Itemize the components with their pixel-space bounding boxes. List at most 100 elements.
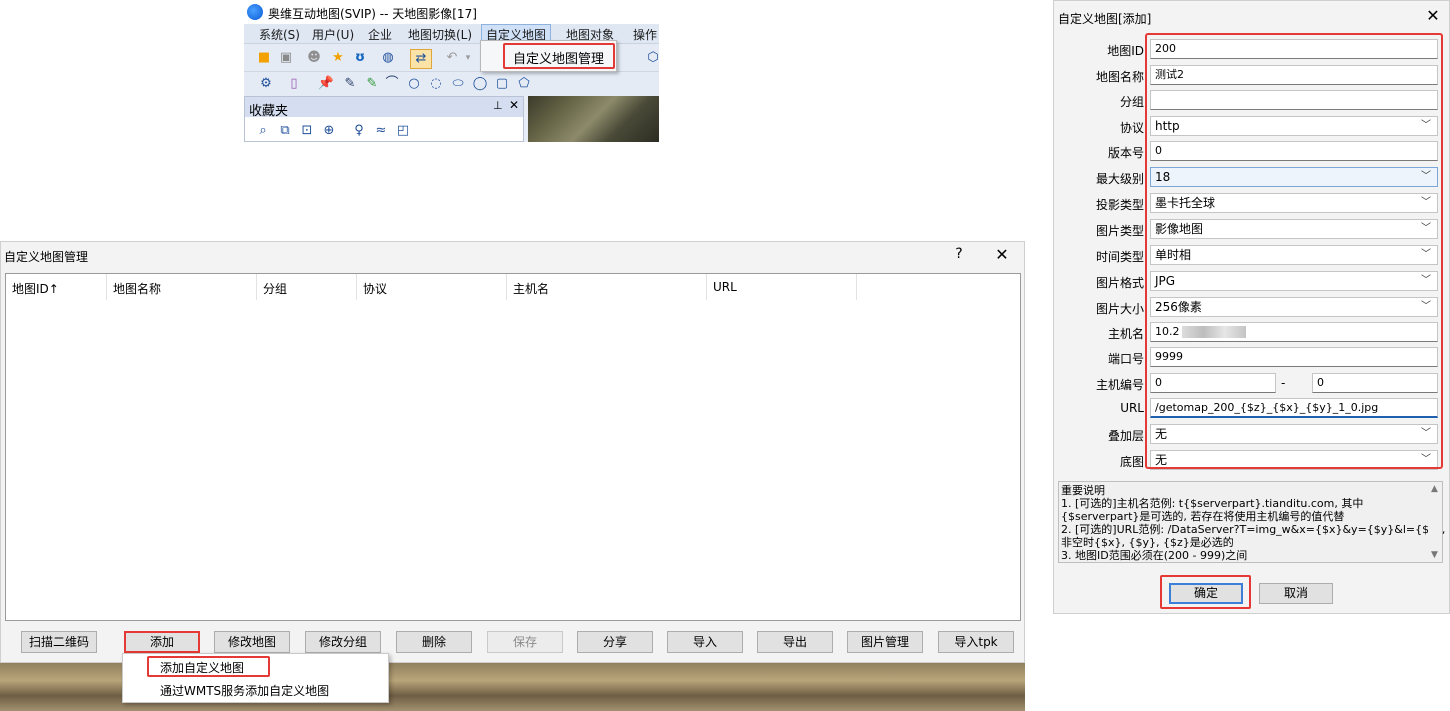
pin-green-icon[interactable]: ✎ — [364, 76, 380, 92]
circle-icon[interactable]: ○ — [406, 76, 422, 92]
scan-qr-button[interactable]: 扫描二维码 — [21, 631, 97, 653]
menu-user[interactable]: 用户(U) — [312, 26, 354, 43]
export-button[interactable]: 导出 — [757, 631, 833, 653]
host-no-to-input[interactable]: 0 — [1312, 373, 1438, 393]
menu-enterprise[interactable]: 企业 — [368, 26, 392, 43]
filled-circle-icon[interactable]: ◯ — [472, 76, 488, 92]
group-input[interactable] — [1150, 90, 1438, 110]
delete-button[interactable]: 删除 — [396, 631, 472, 653]
edit-group-button[interactable]: 修改分组 — [305, 631, 381, 653]
menu-item-add-wmts-map[interactable]: 通过WMTS服务添加自定义地图 — [160, 682, 329, 699]
time-type-select[interactable]: 单时相 ﹀ — [1150, 245, 1438, 265]
base-select[interactable]: 无 ﹀ — [1150, 450, 1438, 470]
save-button[interactable]: 保存 — [487, 631, 563, 653]
import-tpk-button[interactable]: 导入tpk — [938, 631, 1014, 653]
host-input[interactable]: 10.2 — [1150, 322, 1438, 342]
label-host-no: 主机编号 — [1095, 378, 1144, 392]
map-view[interactable] — [528, 96, 659, 142]
menu-item-custom-map-manage[interactable]: 自定义地图管理 — [513, 48, 604, 67]
shapes-icon[interactable]: ◰ — [395, 123, 411, 139]
pin-yellow-icon[interactable]: 📌 — [318, 76, 334, 92]
scroll-down-icon[interactable]: ▼ — [1431, 550, 1438, 560]
notes-line: 2. [可选的]URL范例: /DataServer?T=img_w&x={$x… — [1061, 523, 1446, 536]
protocol-value: http — [1155, 119, 1180, 133]
hexagon-icon[interactable]: ⬡ — [645, 50, 659, 66]
app-window: 奥维互动地图(SVIP) -- 天地图影像[17] 系统(S) 用户(U) 企业… — [244, 0, 659, 142]
add-button[interactable]: 添加 — [124, 631, 200, 653]
cancel-button[interactable]: 取消 — [1259, 583, 1333, 604]
image-type-select[interactable]: 影像地图 ﹀ — [1150, 219, 1438, 239]
scroll-up-icon[interactable]: ▲ — [1431, 484, 1438, 494]
overlay-select[interactable]: 无 ﹀ — [1150, 424, 1438, 444]
map-name-input[interactable]: 测试2 — [1150, 65, 1438, 85]
image-manage-button[interactable]: 图片管理 — [847, 631, 923, 653]
col-group[interactable]: 分组 — [257, 274, 357, 300]
route-icon[interactable]: ʊ — [352, 50, 368, 66]
sync-icon[interactable]: ⇄ — [410, 49, 432, 69]
max-level-select[interactable]: 18 ﹀ — [1150, 167, 1438, 187]
chevron-down-icon: ﹀ — [1421, 301, 1431, 312]
chevron-down-icon: ﹀ — [1421, 223, 1431, 234]
notes-scrollbar[interactable]: ▲ ▼ — [1428, 482, 1442, 562]
page-icon[interactable]: ▯ — [286, 76, 302, 92]
label-projection: 投影类型 — [1095, 198, 1144, 212]
menu-operation[interactable]: 操作 — [633, 26, 657, 43]
search-icon[interactable]: ⌕ — [255, 123, 271, 139]
share-button[interactable]: 分享 — [577, 631, 653, 653]
settings-icon[interactable]: ⚙ — [258, 76, 274, 92]
label-group: 分组 — [1119, 95, 1144, 109]
protocol-select[interactable]: http ﹀ — [1150, 116, 1438, 136]
port-input[interactable]: 9999 — [1150, 347, 1438, 367]
map-list[interactable]: 地图ID↑ 地图名称 分组 协议 主机名 URL — [5, 273, 1021, 621]
pin-panel-icon[interactable]: ⊥ — [493, 99, 503, 112]
menu-item-add-custom-map[interactable]: 添加自定义地图 — [160, 659, 244, 676]
image-format-value: JPG — [1155, 274, 1176, 288]
import-button[interactable]: 导入 — [667, 631, 743, 653]
star-icon[interactable]: ★ — [330, 50, 346, 66]
import-icon[interactable]: ⊡ — [299, 123, 315, 139]
users-icon[interactable]: ☻ — [306, 50, 322, 66]
menu-map-switch[interactable]: 地图切换(L) — [408, 26, 472, 43]
col-url[interactable]: URL — [707, 274, 857, 300]
locate-icon[interactable]: ⊕ — [321, 123, 337, 139]
close-panel-icon[interactable]: ✕ — [509, 98, 519, 112]
close-icon[interactable]: ✕ — [1424, 6, 1442, 25]
host-no-from-input[interactable]: 0 — [1150, 373, 1276, 393]
close-icon[interactable]: ✕ — [993, 245, 1011, 264]
image-format-select[interactable]: JPG ﹀ — [1150, 271, 1438, 291]
col-map-id[interactable]: 地图ID↑ — [6, 274, 107, 300]
globe-icon[interactable]: ◍ — [380, 50, 396, 66]
col-protocol[interactable]: 协议 — [357, 274, 507, 300]
polygon-icon[interactable]: ⬠ — [516, 76, 532, 92]
undo-icon[interactable]: ↶ — [444, 50, 460, 66]
polyline-icon[interactable]: ⌒ — [384, 76, 400, 92]
edit-map-button[interactable]: 修改地图 — [214, 631, 290, 653]
chevron-down-icon: ﹀ — [1421, 249, 1431, 260]
copy-icon[interactable]: ⧉ — [277, 123, 293, 139]
ok-button[interactable]: 确定 — [1169, 583, 1243, 604]
label-time-type: 时间类型 — [1095, 250, 1144, 264]
menu-system[interactable]: 系统(S) — [259, 26, 300, 43]
projection-select[interactable]: 墨卡托全球 ﹀ — [1150, 193, 1438, 213]
notes-line: {$serverpart}是可选的, 若存在将使用主机编号的值代替 — [1061, 510, 1345, 523]
image-size-value: 256像素 — [1155, 300, 1202, 314]
url-input[interactable]: /getomap_200_{$z}_{$x}_{$y}_1_0.jpg — [1150, 398, 1438, 418]
help-button[interactable]: ? — [952, 246, 966, 264]
undo-dropdown-icon[interactable]: ▾ — [460, 50, 476, 66]
rectangle-icon[interactable]: ▢ — [494, 76, 510, 92]
pin-dark-icon[interactable]: ✎ — [342, 76, 358, 92]
marker-icon[interactable]: ♀ — [351, 123, 367, 139]
version-input[interactable]: 0 — [1150, 141, 1438, 161]
path-icon[interactable]: ≈ — [373, 123, 389, 139]
col-map-name[interactable]: 地图名称 — [107, 274, 257, 300]
save-icon[interactable]: ▣ — [278, 50, 294, 66]
add-popup-menu: 添加自定义地图 通过WMTS服务添加自定义地图 — [122, 653, 389, 703]
notes-box[interactable]: 重要说明 1. [可选的]主机名范例: t{$serverpart}.tiand… — [1058, 481, 1446, 563]
open-folder-icon[interactable]: ■ — [256, 50, 272, 66]
ellipse-icon[interactable]: ⬭ — [450, 76, 466, 92]
label-port: 端口号 — [1107, 352, 1144, 366]
col-host[interactable]: 主机名 — [507, 274, 707, 300]
image-size-select[interactable]: 256像素 ﹀ — [1150, 297, 1438, 317]
map-id-input[interactable]: 200 — [1150, 39, 1438, 59]
arc-icon[interactable]: ◌ — [428, 76, 444, 92]
